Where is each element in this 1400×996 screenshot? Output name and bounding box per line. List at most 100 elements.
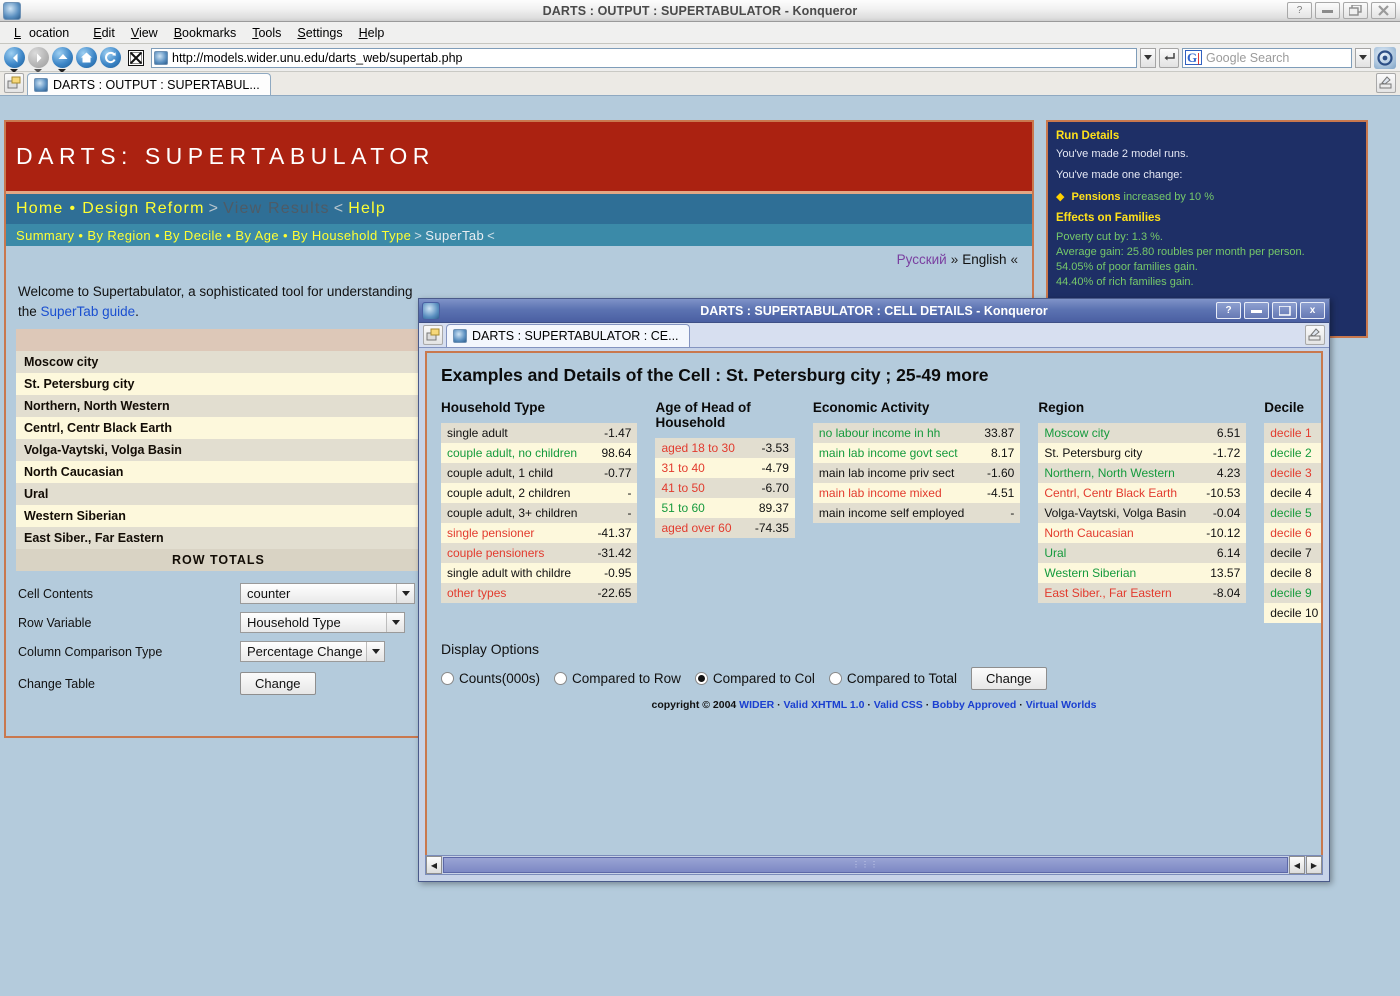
detail-row[interactable]: St. Petersburg city -1.72: [1038, 443, 1247, 463]
close-button[interactable]: [1371, 2, 1396, 19]
dialog-titlebar[interactable]: DARTS : SUPERTABULATOR : CELL DETAILS - …: [419, 299, 1329, 323]
footer-link-virtual-worlds[interactable]: Virtual Worlds: [1026, 699, 1097, 711]
detail-row[interactable]: single adult with childre -0.95: [441, 563, 638, 583]
detail-row[interactable]: Western Siberian 13.57: [1038, 563, 1247, 583]
row-variable-select[interactable]: Household Type: [240, 612, 405, 634]
detail-row[interactable]: decile 3-4.11: [1264, 463, 1321, 483]
footer-link-xhtml[interactable]: Valid XHTML 1.0: [784, 699, 865, 711]
minimize-button[interactable]: [1315, 2, 1340, 19]
radio-icon[interactable]: [554, 672, 568, 685]
subnav-by-age[interactable]: By Age: [235, 228, 279, 243]
dialog-horizontal-scrollbar[interactable]: ◀ ⋮⋮⋮ ◀ ▶: [425, 855, 1323, 875]
menu-item-settings[interactable]: Settings: [289, 25, 350, 41]
url-text[interactable]: http://models.wider.unu.edu/darts_web/su…: [172, 51, 1134, 65]
detail-row[interactable]: couple adult, no children 98.64: [441, 443, 638, 463]
detail-row[interactable]: decile 1-13.21: [1264, 423, 1321, 443]
forward-icon[interactable]: [28, 47, 49, 73]
subnav-by-region[interactable]: By Region: [87, 228, 151, 243]
footer-link-css[interactable]: Valid CSS: [874, 699, 923, 711]
language-russian[interactable]: Русский: [897, 252, 947, 267]
up-icon[interactable]: [52, 47, 73, 73]
main-window-titlebar[interactable]: DARTS : OUTPUT : SUPERTABULATOR - Konque…: [0, 0, 1400, 22]
subnav-by-decile[interactable]: By Decile: [164, 228, 223, 243]
new-tab-icon[interactable]: [4, 73, 24, 93]
detail-row[interactable]: Volga-Vaytski, Volga Basin -0.04: [1038, 503, 1247, 523]
detail-row[interactable]: main lab income priv sect -1.60: [812, 463, 1021, 483]
detail-row[interactable]: 41 to 50 -6.70: [655, 478, 795, 498]
konqueror-logo-icon[interactable]: [1374, 46, 1396, 69]
detail-row[interactable]: aged over 60 -74.35: [655, 518, 795, 538]
cell-contents-select[interactable]: counter: [240, 583, 415, 605]
subnav-summary[interactable]: Summary: [16, 228, 74, 243]
detail-row[interactable]: Ural 6.14: [1038, 543, 1247, 563]
menu-item-help[interactable]: Help: [351, 25, 393, 41]
detail-row[interactable]: 51 to 60 89.37: [655, 498, 795, 518]
menu-item-bookmarks[interactable]: Bookmarks: [166, 25, 245, 41]
minimize-button[interactable]: [1244, 302, 1269, 319]
close-button[interactable]: x: [1300, 302, 1325, 319]
detail-row[interactable]: Centrl, Centr Black Earth -10.53: [1038, 483, 1247, 503]
detail-row[interactable]: decile 8-0.36: [1264, 563, 1321, 583]
detail-row[interactable]: decile 29.34: [1264, 443, 1321, 463]
chevron-down-icon[interactable]: [396, 584, 414, 604]
menu-item-tools[interactable]: Tools: [244, 25, 289, 41]
detail-row[interactable]: other types -22.65: [441, 583, 638, 603]
scroll-right-icon[interactable]: ▶: [1306, 856, 1322, 874]
home-icon[interactable]: [76, 47, 97, 68]
search-engine-dropdown[interactable]: [1355, 47, 1371, 68]
reload-icon[interactable]: [100, 47, 121, 68]
menu-item-location[interactable]: Location: [6, 25, 85, 41]
detail-row[interactable]: decile 10-: [1264, 603, 1321, 623]
nav-home[interactable]: Home: [16, 200, 63, 218]
detail-row[interactable]: aged 18 to 30 -3.53: [655, 438, 795, 458]
help-button[interactable]: ?: [1216, 302, 1241, 319]
footer-link-bobby[interactable]: Bobby Approved: [932, 699, 1016, 711]
detail-row[interactable]: Moscow city 6.51: [1038, 423, 1247, 443]
restore-button[interactable]: [1343, 2, 1368, 19]
radio-option-compared-to-row[interactable]: Compared to Row: [554, 671, 681, 686]
radio-option-compared-to-total[interactable]: Compared to Total: [828, 671, 957, 686]
back-icon[interactable]: [4, 47, 25, 73]
detail-row[interactable]: decile 4-0.80: [1264, 483, 1321, 503]
detail-row[interactable]: decile 910.62: [1264, 583, 1321, 603]
nav-help[interactable]: Help: [348, 200, 386, 218]
radio-option-compared-to-col[interactable]: Compared to Col: [694, 671, 815, 686]
restore-button[interactable]: [1272, 302, 1297, 319]
nav-design-reform[interactable]: Design Reform: [82, 200, 204, 218]
detail-row[interactable]: couple adult, 1 child -0.77: [441, 463, 638, 483]
scrollbar-thumb[interactable]: ⋮⋮⋮: [443, 857, 1288, 873]
chevron-down-icon[interactable]: [386, 613, 404, 633]
search-input[interactable]: Google Search: [1206, 51, 1349, 65]
stop-icon[interactable]: [128, 49, 144, 66]
detail-row[interactable]: 31 to 40 -4.79: [655, 458, 795, 478]
detail-row[interactable]: East Siber., Far Eastern -8.04: [1038, 583, 1247, 603]
radio-icon[interactable]: [441, 672, 454, 685]
help-button[interactable]: ?: [1287, 2, 1312, 19]
detail-row[interactable]: main income self employed -: [812, 503, 1021, 523]
nav-view-results[interactable]: View Results: [223, 200, 330, 218]
detail-row[interactable]: decile 53.72: [1264, 503, 1321, 523]
footer-link-wider[interactable]: WIDER: [739, 699, 774, 711]
menu-item-view[interactable]: View: [123, 25, 166, 41]
menu-item-edit[interactable]: Edit: [85, 25, 123, 41]
detail-row[interactable]: North Caucasian -10.12: [1038, 523, 1247, 543]
detail-row[interactable]: decile 7-1.80: [1264, 543, 1321, 563]
dialog-tab-cell-details[interactable]: DARTS : SUPERTABULATOR : CE...: [446, 324, 690, 347]
detail-row[interactable]: couple adult, 3+ children -: [441, 503, 638, 523]
chevron-down-icon[interactable]: [366, 642, 384, 662]
detail-row[interactable]: Northern, North Western 4.23: [1038, 463, 1247, 483]
url-history-dropdown[interactable]: [1140, 47, 1156, 68]
new-tab-icon[interactable]: [423, 325, 443, 345]
scroll-left-icon-secondary[interactable]: ◀: [1289, 856, 1305, 874]
detail-row[interactable]: decile 6-3.41: [1264, 523, 1321, 543]
language-english[interactable]: English: [962, 252, 1006, 267]
detail-row[interactable]: main lab income mixed -4.51: [812, 483, 1021, 503]
radio-option-counts[interactable]: Counts(000s): [441, 671, 540, 686]
url-bar[interactable]: http://models.wider.unu.edu/darts_web/su…: [151, 47, 1137, 68]
supertab-guide-link[interactable]: SuperTab guide: [41, 304, 136, 319]
tab-list-icon[interactable]: [1376, 73, 1396, 93]
detail-row[interactable]: no labour income in hh 33.87: [812, 423, 1021, 443]
subnav-supertab[interactable]: SuperTab: [425, 228, 484, 243]
change-table-button[interactable]: Change: [240, 672, 316, 696]
detail-row[interactable]: single adult -1.47: [441, 423, 638, 443]
